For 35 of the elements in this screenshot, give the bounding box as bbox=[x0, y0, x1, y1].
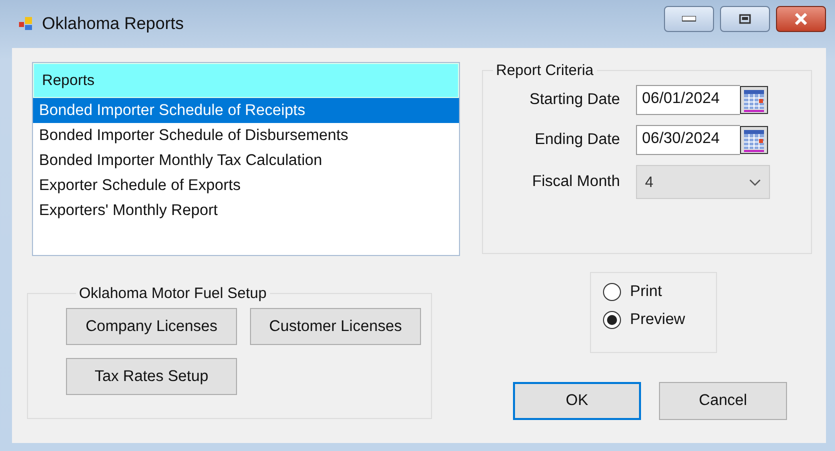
report-list-item[interactable]: Bonded Importer Schedule of Disbursements bbox=[33, 123, 459, 148]
field-label: Fiscal Month bbox=[531, 173, 621, 191]
close-button[interactable] bbox=[776, 6, 826, 32]
date-field[interactable]: 06/30/2024 bbox=[636, 125, 740, 155]
report-list-item[interactable]: Exporter Schedule of Exports bbox=[33, 173, 459, 198]
window-title: Oklahoma Reports bbox=[42, 14, 184, 34]
minimize-button[interactable] bbox=[664, 6, 714, 32]
group-title: Oklahoma Motor Fuel Setup bbox=[78, 285, 268, 302]
date-field[interactable]: 06/01/2024 bbox=[636, 85, 740, 115]
report-list-item[interactable]: Bonded Importer Monthly Tax Calculation bbox=[33, 148, 459, 173]
calendar-icon[interactable] bbox=[740, 86, 768, 114]
app-icon bbox=[18, 16, 34, 32]
close-icon bbox=[794, 13, 808, 25]
field-label: Starting Date bbox=[528, 91, 621, 109]
minimize-icon bbox=[682, 16, 696, 22]
report-list-item[interactable]: Bonded Importer Schedule of Receipts bbox=[33, 98, 459, 123]
maximize-icon bbox=[739, 14, 751, 24]
chevron-down-icon bbox=[749, 178, 761, 186]
radio-button[interactable] bbox=[603, 283, 621, 301]
maximize-button[interactable] bbox=[720, 6, 770, 32]
radio-option[interactable]: Print bbox=[603, 283, 716, 301]
calendar-icon[interactable] bbox=[740, 126, 768, 154]
dialog-button[interactable]: OK bbox=[513, 382, 641, 420]
list-header: Reports bbox=[33, 63, 459, 98]
radio-label: Print bbox=[630, 283, 662, 301]
radio-option[interactable]: Preview bbox=[603, 311, 716, 329]
setup-button[interactable]: Tax Rates Setup bbox=[66, 358, 237, 395]
field-label: Ending Date bbox=[534, 131, 621, 149]
report-list-item[interactable]: Exporters' Monthly Report bbox=[33, 198, 459, 223]
group-title: Report Criteria bbox=[495, 62, 595, 79]
radio-label: Preview bbox=[630, 311, 686, 329]
dialog-button[interactable]: Cancel bbox=[659, 382, 787, 420]
radio-button[interactable] bbox=[603, 311, 621, 329]
setup-button[interactable]: Customer Licenses bbox=[250, 308, 421, 345]
setup-button[interactable]: Company Licenses bbox=[66, 308, 237, 345]
